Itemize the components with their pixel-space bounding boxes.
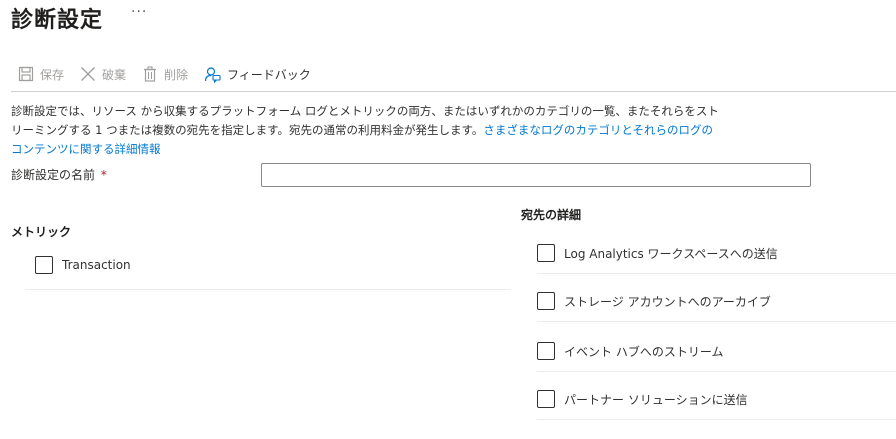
name-field-label-text: 診断設定の名前: [11, 168, 96, 182]
checkbox[interactable]: [35, 256, 53, 274]
destination-details-heading: 宛先の詳細: [521, 208, 582, 222]
discard-label: 破棄: [102, 67, 127, 82]
feedback-icon: [204, 66, 221, 83]
save-button[interactable]: 保存: [18, 66, 64, 83]
metric-item-label: Transaction: [62, 258, 131, 272]
delete-button[interactable]: 削除: [142, 66, 188, 83]
diagnostic-setting-name-input[interactable]: [261, 163, 811, 187]
destination-log-analytics[interactable]: Log Analytics ワークスペースへの送信: [537, 244, 778, 262]
command-bar: 保存 破棄 削除 フィードバック: [18, 62, 327, 86]
delete-label: 削除: [164, 67, 189, 82]
destination-divider: [537, 419, 896, 420]
save-icon: [18, 66, 34, 82]
close-icon: [81, 67, 95, 81]
feedback-button[interactable]: フィードバック: [204, 66, 311, 83]
checkbox[interactable]: [537, 390, 555, 408]
destination-partner-solution[interactable]: パートナー ソリューションに送信: [537, 390, 748, 408]
discard-button[interactable]: 破棄: [80, 66, 126, 83]
metrics-divider: [25, 289, 511, 290]
destination-event-hub[interactable]: イベント ハブへのストリーム: [537, 342, 723, 360]
destination-storage-account[interactable]: ストレージ アカウントへのアーカイブ: [537, 292, 771, 310]
required-mark: *: [100, 168, 107, 182]
destination-label: パートナー ソリューションに送信: [564, 392, 748, 407]
feedback-label: フィードバック: [227, 67, 311, 82]
more-options-button[interactable]: ···: [131, 4, 147, 20]
destination-label: ストレージ アカウントへのアーカイブ: [564, 294, 771, 309]
page-title: 診断設定: [11, 8, 104, 33]
trash-icon: [144, 66, 157, 82]
destination-label: Log Analytics ワークスペースへの送信: [564, 246, 778, 261]
toolbar-divider: [11, 91, 896, 92]
destination-divider: [537, 321, 896, 322]
name-field-label: 診断設定の名前 *: [11, 166, 107, 183]
metrics-heading: メトリック: [11, 225, 72, 239]
destination-divider: [537, 273, 896, 274]
metric-item-transaction[interactable]: Transaction: [35, 256, 131, 274]
checkbox[interactable]: [537, 342, 555, 360]
destination-label: イベント ハブへのストリーム: [564, 344, 724, 359]
checkbox[interactable]: [537, 292, 555, 310]
save-label: 保存: [40, 67, 65, 82]
description: 診断設定では、リソース から収集するプラットフォーム ログとメトリックの両方、ま…: [11, 102, 721, 159]
checkbox[interactable]: [537, 244, 555, 262]
destination-divider: [537, 371, 896, 372]
